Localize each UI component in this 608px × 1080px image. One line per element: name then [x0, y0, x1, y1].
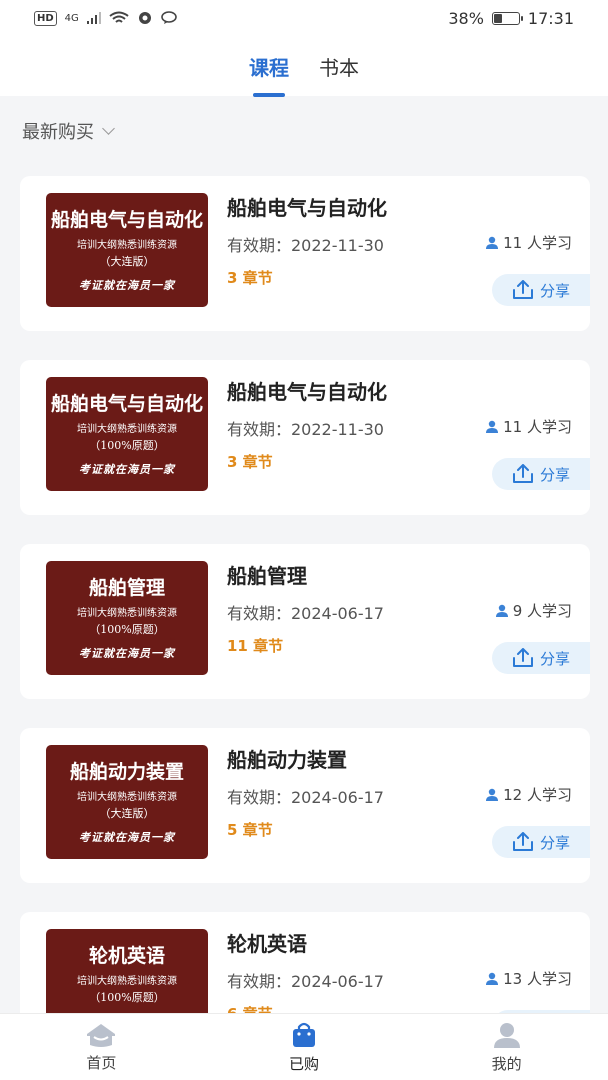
sort-label: 最新购买: [22, 122, 94, 143]
cover-subtitle: 培训大纲熟悉训练资源: [77, 792, 177, 803]
nav-profile[interactable]: 我的: [447, 1021, 567, 1074]
share-label: 分享: [539, 281, 570, 300]
share-label: 分享: [539, 833, 570, 852]
status-right: 38% 17:31: [448, 9, 574, 28]
network-label: 4G: [64, 12, 79, 24]
cover-edition: （100%原题）: [89, 439, 165, 452]
cover-title: 船舶动力装置: [69, 761, 184, 783]
battery-percent: 38%: [448, 8, 484, 28]
cover-slogan: 考证就在海员一家: [79, 831, 175, 844]
top-tabs: 课程 书本: [0, 36, 608, 97]
nav-home[interactable]: 首页: [41, 1022, 161, 1073]
course-card[interactable]: 船舶动力装置 培训大纲熟悉训练资源 （大连版） 考证就在海员一家 船舶动力装置 …: [20, 728, 590, 883]
status-left: HD 4G: [34, 10, 179, 26]
cover-title: 船舶电气与自动化: [50, 209, 203, 231]
course-cover-image: 船舶动力装置 培训大纲熟悉训练资源 （大连版） 考证就在海员一家: [46, 745, 208, 859]
person-icon: [486, 788, 499, 801]
message-icon: [160, 11, 177, 24]
person-icon: [486, 236, 499, 249]
sort-dropdown[interactable]: 最新购买: [22, 118, 115, 144]
student-count-label: 11 人学习: [503, 418, 572, 436]
cover-edition: （100%原题）: [89, 623, 165, 636]
nav-home-label: 首页: [86, 1053, 117, 1072]
person-icon: [495, 604, 508, 617]
course-validity: 有效期：2024-06-17: [227, 604, 384, 623]
cover-subtitle: 培训大纲熟悉训练资源: [77, 424, 177, 435]
share-icon: [512, 832, 533, 851]
cover-title: 船舶电气与自动化: [50, 393, 203, 415]
cover-subtitle: 培训大纲熟悉训练资源: [77, 976, 177, 987]
nav-purchased[interactable]: 已购: [244, 1021, 364, 1074]
share-label: 分享: [539, 465, 570, 484]
cover-subtitle: 培训大纲熟悉训练资源: [77, 240, 177, 251]
student-count: 12 人学习: [485, 784, 572, 805]
battery-icon: [491, 11, 523, 25]
cover-slogan: 考证就在海员一家: [79, 647, 175, 660]
student-count-label: 12 人学习: [503, 786, 572, 804]
share-icon: [512, 280, 533, 299]
tab-books[interactable]: 书本: [319, 52, 359, 81]
cover-subtitle: 培训大纲熟悉训练资源: [77, 608, 177, 619]
course-cover-image: 船舶电气与自动化 培训大纲熟悉训练资源 （100%原题） 考证就在海员一家: [46, 377, 208, 491]
course-card[interactable]: 船舶电气与自动化 培训大纲熟悉训练资源 （大连版） 考证就在海员一家 船舶电气与…: [20, 176, 590, 331]
course-validity: 有效期：2022-11-30: [227, 420, 384, 439]
hd-badge: HD: [34, 10, 57, 26]
user-icon: [493, 1022, 520, 1048]
share-label: 分享: [539, 649, 570, 668]
cover-slogan: 考证就在海员一家: [79, 279, 175, 292]
share-icon: [512, 648, 533, 667]
course-title: 船舶管理: [227, 564, 307, 588]
chapter-count: 3 章节: [227, 453, 273, 471]
person-icon: [486, 420, 499, 433]
app-notification-icon: [138, 12, 151, 24]
battery-level: [493, 13, 502, 23]
course-title: 船舶电气与自动化: [227, 380, 387, 404]
chevron-down-icon: [102, 121, 115, 135]
chapter-count: 11 章节: [227, 637, 284, 655]
cover-title: 轮机英语: [88, 945, 165, 967]
share-button[interactable]: 分享: [492, 274, 590, 306]
cover-edition: （大连版）: [99, 807, 155, 820]
course-validity: 有效期：2024-06-17: [227, 972, 384, 991]
share-button[interactable]: 分享: [492, 826, 590, 858]
share-button[interactable]: 分享: [492, 458, 590, 490]
shopping-bag-icon: [292, 1022, 315, 1047]
course-title: 船舶电气与自动化: [227, 196, 387, 220]
course-validity: 有效期：2024-06-17: [227, 788, 384, 807]
student-count: 11 人学习: [485, 416, 572, 437]
course-title: 船舶动力装置: [227, 748, 347, 772]
student-count: 9 人学习: [495, 600, 572, 621]
wifi-icon: [109, 11, 129, 23]
home-icon: [87, 1023, 116, 1047]
cover-edition: （100%原题）: [89, 991, 165, 1004]
chapter-count: 5 章节: [227, 821, 273, 839]
share-icon: [512, 464, 533, 483]
student-count-label: 9 人学习: [512, 602, 572, 620]
course-card[interactable]: 船舶电气与自动化 培训大纲熟悉训练资源 （100%原题） 考证就在海员一家 船舶…: [20, 360, 590, 515]
student-count: 11 人学习: [485, 232, 572, 253]
cover-slogan: 考证就在海员一家: [79, 463, 175, 476]
course-cover-image: 船舶管理 培训大纲熟悉训练资源 （100%原题） 考证就在海员一家: [46, 561, 208, 675]
cover-edition: （大连版）: [99, 255, 155, 268]
cover-title: 船舶管理: [88, 577, 165, 599]
chapter-count: 3 章节: [227, 269, 273, 287]
course-validity: 有效期：2022-11-30: [227, 236, 384, 255]
tab-courses[interactable]: 课程: [249, 52, 289, 97]
status-bar: HD 4G 38% 17:31: [0, 0, 608, 36]
student-count-label: 11 人学习: [503, 234, 572, 252]
nav-purchased-label: 已购: [288, 1054, 319, 1073]
course-card[interactable]: 船舶管理 培训大纲熟悉训练资源 （100%原题） 考证就在海员一家 船舶管理 有…: [20, 544, 590, 699]
student-count-label: 13 人学习: [503, 970, 572, 988]
person-icon: [486, 972, 499, 985]
course-title: 轮机英语: [227, 932, 307, 956]
bottom-nav: 首页 已购 我的: [0, 1013, 608, 1080]
student-count: 13 人学习: [485, 968, 572, 989]
nav-profile-label: 我的: [491, 1054, 522, 1073]
share-button[interactable]: 分享: [492, 642, 590, 674]
course-cover-image: 船舶电气与自动化 培训大纲熟悉训练资源 （大连版） 考证就在海员一家: [46, 193, 208, 307]
clock: 17:31: [527, 8, 574, 28]
signal-icon: [86, 12, 101, 24]
